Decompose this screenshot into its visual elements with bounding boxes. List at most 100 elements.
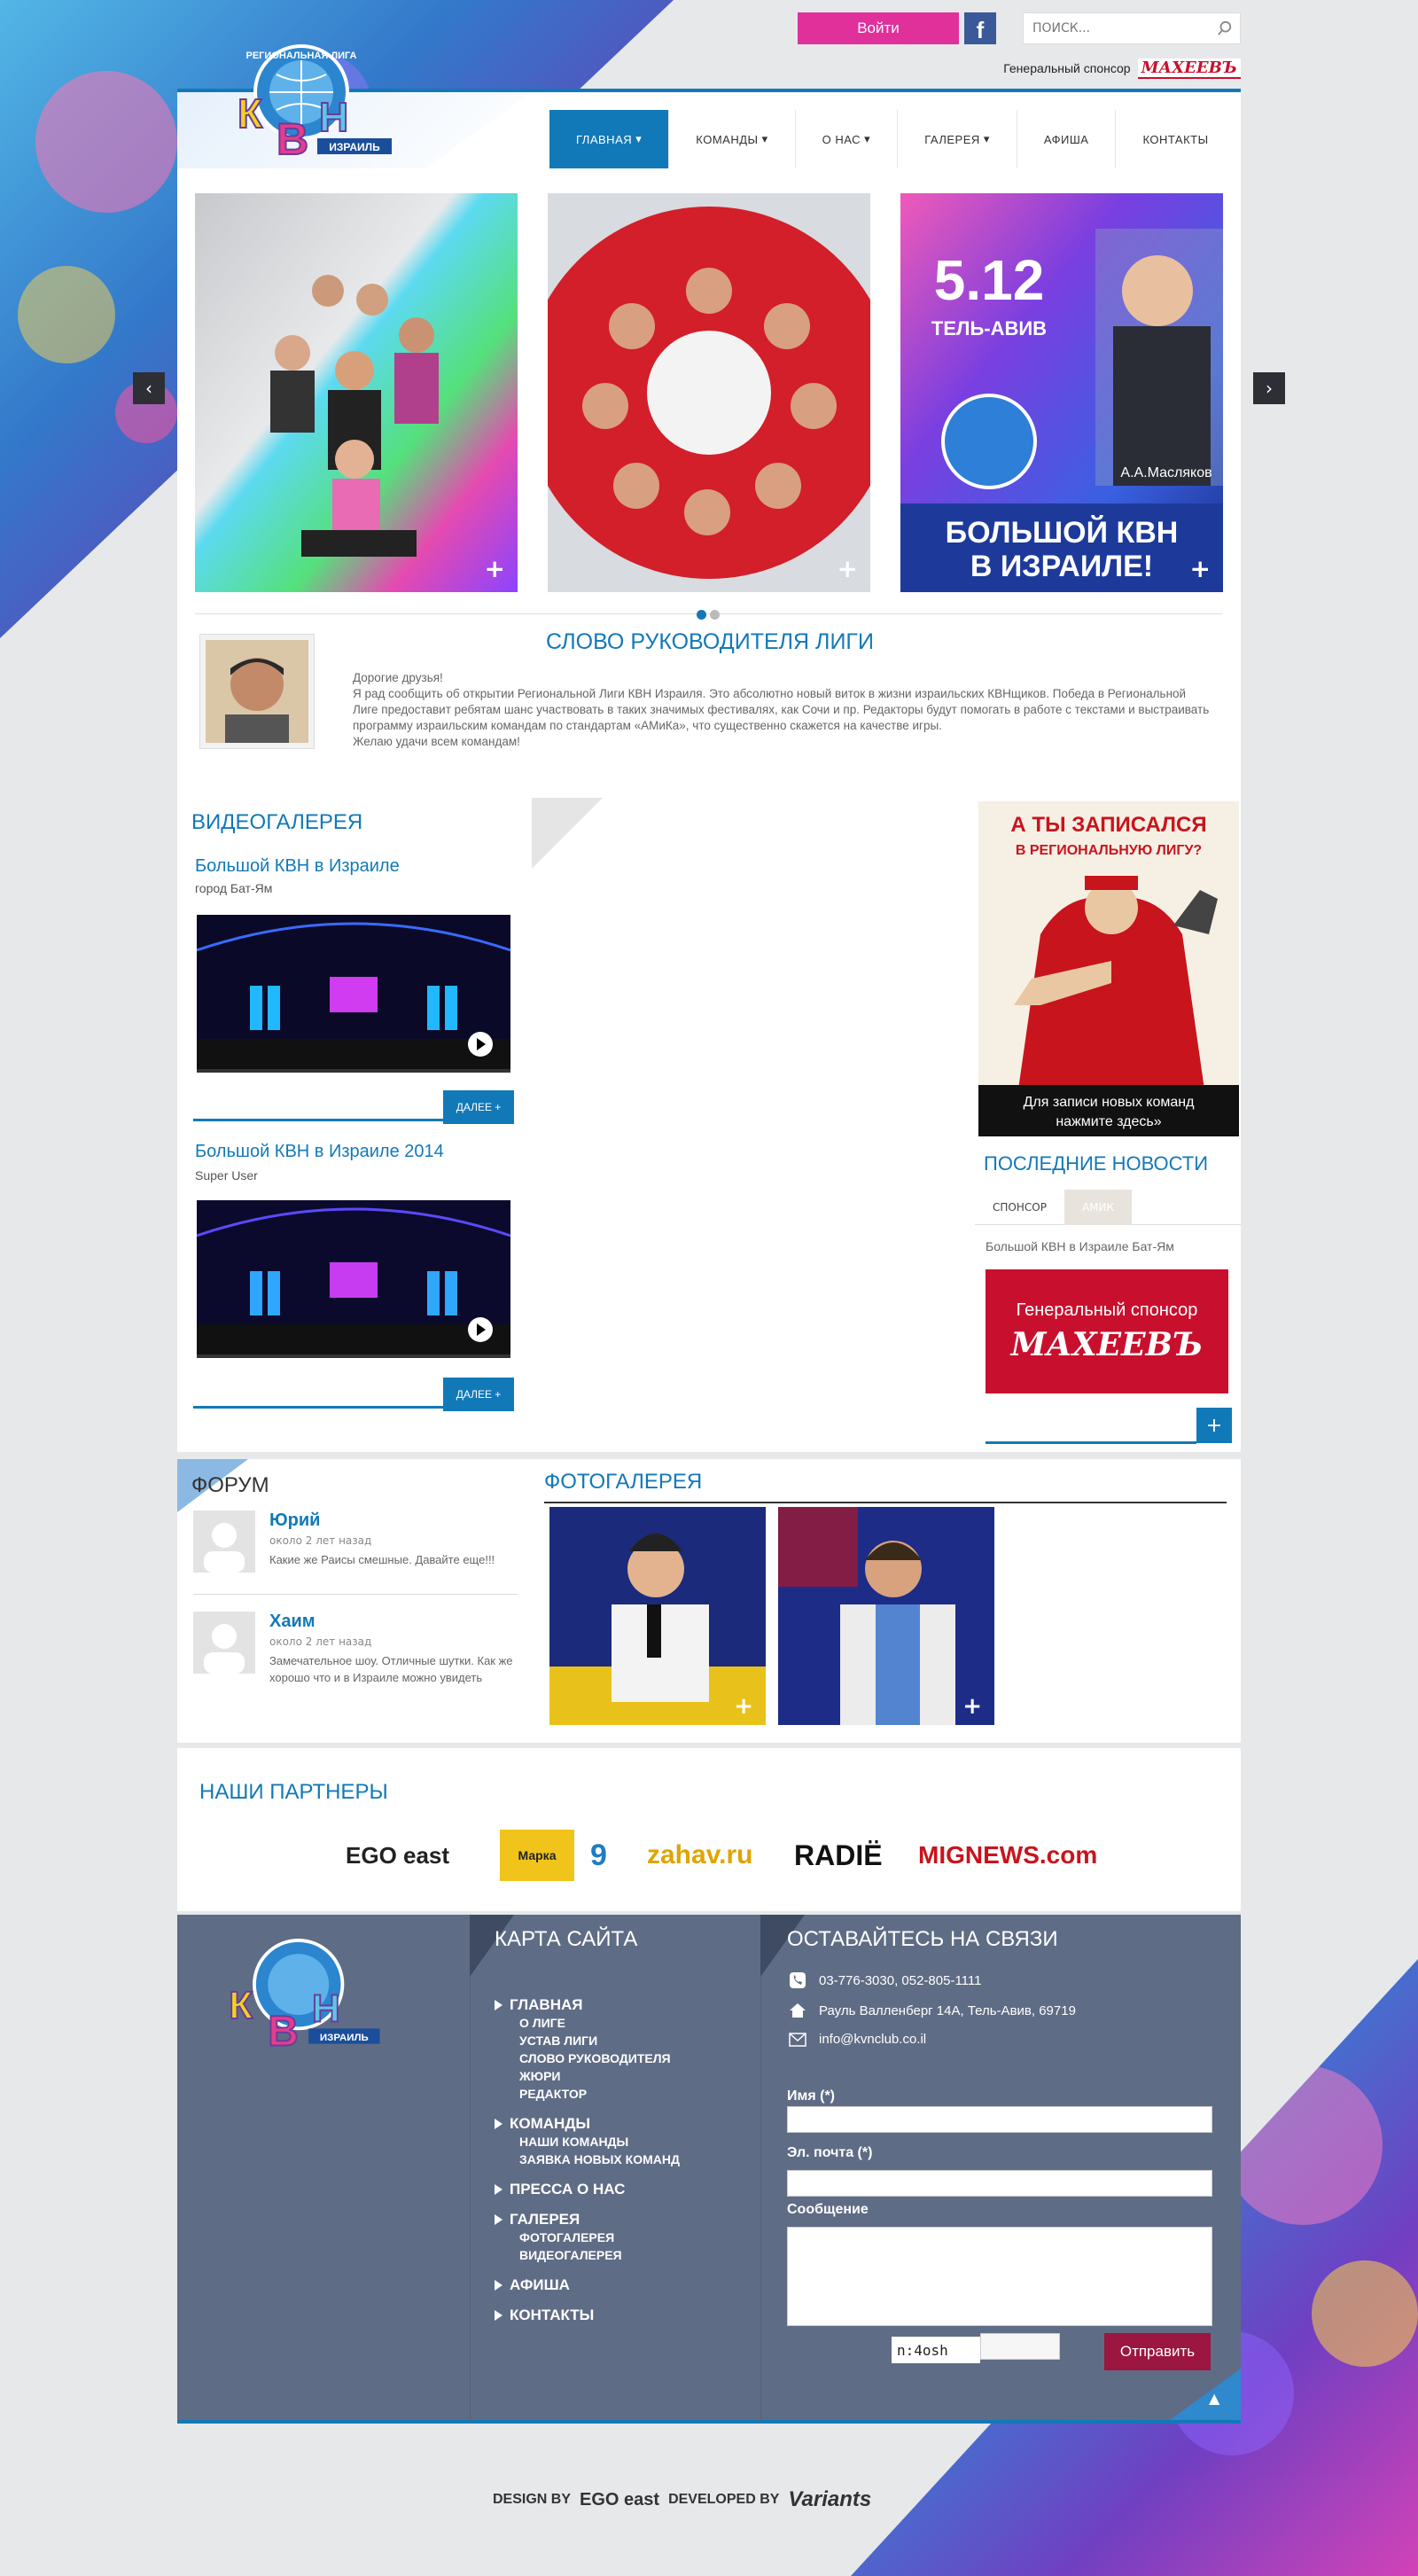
sitemap-item[interactable]: КОМАНДЫ [495, 2115, 680, 2133]
video-gallery: ВИДЕОГАЛЕРЕЯ Большой КВН в Израиле город… [177, 798, 532, 1452]
slider-dot-1[interactable] [697, 610, 706, 620]
slider-prev-button[interactable]: ‹ [133, 372, 165, 404]
sitemap-item[interactable]: КОНТАКТЫ [495, 2307, 680, 2324]
sponsor-logo[interactable]: МАХЕЕВЪ [1137, 58, 1241, 79]
email-field[interactable] [787, 2170, 1212, 2197]
slider-next-button[interactable]: › [1253, 372, 1285, 404]
partner-logo[interactable]: RADIЁ [794, 1830, 883, 1881]
footer-logo[interactable]: К В Н ИЗРАИЛЬ [195, 1931, 390, 2064]
contact-address: Рауль Валленберг 14А, Тель-Авив, 69719 [789, 2002, 1076, 2019]
photo-thumbnail[interactable]: + [549, 1507, 766, 1725]
search-input[interactable]: ПОИСК... [1023, 12, 1241, 44]
avatar [193, 1612, 255, 1674]
partner-logo[interactable]: 9 [590, 1830, 607, 1881]
slide-expand-icon[interactable]: + [1190, 554, 1211, 583]
tab-sponsor[interactable]: СПОНСОР [975, 1190, 1064, 1225]
slide-2[interactable]: + [548, 193, 870, 592]
mail-icon [789, 2032, 806, 2047]
leader-word-title: СЛОВО РУКОВОДИТЕЛЯ ЛИГИ [546, 629, 874, 654]
sitemap-subitem[interactable]: О ЛИГЕ [495, 2014, 680, 2032]
slide-headline-2: В ИЗРАИЛЕ! [970, 550, 1153, 583]
news-more-button[interactable]: + [1196, 1408, 1232, 1443]
nav-item-about[interactable]: О НАС ▾ [794, 110, 898, 168]
slider-dot-2[interactable] [710, 610, 720, 620]
post-author[interactable]: Хаим [269, 1612, 316, 1632]
slide-1-photo [195, 193, 518, 592]
partner-logo[interactable]: Марка [500, 1830, 574, 1881]
nav-item-contacts[interactable]: КОНТАКТЫ [1115, 110, 1235, 168]
search-icon[interactable] [1217, 20, 1233, 36]
kvn-logo[interactable]: РЕГИОНАЛЬНАЯ ЛИГА К В Н ИЗРАИЛЬ [193, 39, 397, 172]
login-button[interactable]: Войти [798, 12, 959, 44]
partner-logo[interactable]: EGO east [346, 1830, 449, 1881]
sitemap-subitem[interactable]: РЕДАКТОР [495, 2085, 680, 2103]
captcha-input[interactable] [980, 2333, 1060, 2360]
partner-logo[interactable]: zahav.ru [647, 1830, 753, 1881]
video-thumbnail[interactable] [197, 1200, 510, 1358]
promo-banner[interactable]: А ТЫ ЗАПИСАЛСЯ В РЕГИОНАЛЬНУЮ ЛИГУ? Для … [978, 801, 1239, 1136]
sitemap-menu: ГЛАВНАЯ О ЛИГЕ УСТАВ ЛИГИ СЛОВО РУКОВОДИ… [495, 1996, 680, 2337]
sitemap-subitem[interactable]: НАШИ КОМАНДЫ [495, 2133, 680, 2151]
arrow-right-icon [495, 2119, 503, 2129]
sitemap-subitem[interactable]: СЛОВО РУКОВОДИТЕЛЯ [495, 2049, 680, 2067]
partner-logo[interactable]: MIGNEWS.com [918, 1830, 1097, 1881]
sitemap-item[interactable]: ГАЛЕРЕЯ [495, 2211, 680, 2229]
video-more-button[interactable]: ДАЛЕЕ + [443, 1090, 514, 1124]
photo-gallery-title: ФОТОГАЛЕРЕЯ [544, 1470, 703, 1494]
name-field[interactable] [787, 2106, 1212, 2133]
promo-cta-1: Для записи новых команд [1024, 1095, 1195, 1110]
sitemap-item[interactable]: ГЛАВНАЯ [495, 1996, 680, 2014]
svg-text:Н: Н [312, 1987, 340, 2031]
developed-by-label: DEVELOPED BY [668, 2492, 780, 2507]
facebook-icon[interactable]: f [964, 12, 996, 44]
slide-city: ТЕЛЬ-АВИВ [931, 317, 1047, 340]
developer-logo[interactable]: Variants [788, 2487, 871, 2512]
slide-expand-icon[interactable]: + [838, 554, 858, 583]
sitemap-subitem[interactable]: ЗАЯВКА НОВЫХ КОМАНД [495, 2151, 680, 2168]
forum-post: Юрий около 2 лет назад Какие же Раисы см… [193, 1510, 521, 1599]
nav-item-afisha[interactable]: АФИША [1016, 110, 1116, 168]
sponsor-banner[interactable]: Генеральный спонсор МАХЕЕВЪ [986, 1269, 1228, 1393]
video-title[interactable]: Большой КВН в Израиле [195, 856, 400, 877]
post-author[interactable]: Юрий [269, 1510, 320, 1531]
message-label: Сообщение [787, 2202, 869, 2217]
video-thumbnail[interactable] [197, 915, 510, 1073]
contact-title: ОСТАВАЙТЕСЬ НА СВЯЗИ [787, 1927, 1058, 1951]
slide-expand-icon[interactable]: + [485, 554, 505, 583]
nav-item-teams[interactable]: КОМАНДЫ ▾ [668, 110, 794, 168]
contact-email[interactable]: info@kvnclub.co.il [789, 2032, 926, 2047]
sitemap-subitem[interactable]: ЖЮРИ [495, 2067, 680, 2085]
post-time: около 2 лет назад [269, 1635, 372, 1648]
video-more-button[interactable]: ДАЛЕЕ + [443, 1378, 514, 1411]
news-title: ПОСЛЕДНИЕ НОВОСТИ [984, 1152, 1209, 1175]
sitemap-subitem[interactable]: ВИДЕОГАЛЕРЕЯ [495, 2246, 680, 2264]
tab-amik[interactable]: АМИК [1064, 1190, 1132, 1225]
photo-expand-icon[interactable]: + [734, 1693, 753, 1720]
credits: DESIGN BY EGO east DEVELOPED BY Variants [493, 2482, 936, 2517]
slide-3[interactable]: 5.12 ТЕЛЬ-АВИВ А.А.Масляков БОЛЬШОЙ КВН … [900, 193, 1223, 592]
sitemap-subitem[interactable]: ФОТОГАЛЕРЕЯ [495, 2229, 680, 2246]
submit-button[interactable]: Отправить [1104, 2333, 1211, 2370]
post-time: около 2 лет назад [269, 1534, 372, 1547]
partners-title: НАШИ ПАРТНЕРЫ [199, 1780, 388, 1804]
sponsor-banner-label: Генеральный спонсор [1016, 1300, 1198, 1320]
photo-expand-icon[interactable]: + [962, 1693, 982, 1720]
promo-line-2: В РЕГИОНАЛЬНУЮ ЛИГУ? [1016, 843, 1202, 858]
video-title[interactable]: Большой КВН в Израиле 2014 [195, 1142, 444, 1162]
sitemap-item[interactable]: ПРЕССА О НАС [495, 2181, 680, 2198]
svg-text:В: В [268, 2009, 299, 2056]
sitemap-item[interactable]: АФИША [495, 2276, 680, 2294]
search-placeholder: ПОИСК... [1032, 21, 1091, 35]
general-sponsor: Генеральный спонсор МАХЕЕВЪ [833, 55, 1241, 82]
slide-1[interactable]: + [195, 193, 518, 592]
partners: НАШИ ПАРТНЕРЫ EGO east Марка 9 zahav.ru … [177, 1748, 1241, 1911]
promo-cta-2: нажмите здесь» [1056, 1114, 1161, 1129]
design-logo[interactable]: EGO east [580, 2490, 659, 2510]
phone-icon [790, 1972, 806, 1988]
nav-item-home[interactable]: ГЛАВНАЯ ▾ [549, 110, 669, 168]
news-item[interactable]: Большой КВН в Израиле Бат-Ям [986, 1239, 1174, 1253]
message-field[interactable] [787, 2227, 1212, 2326]
sitemap-subitem[interactable]: УСТАВ ЛИГИ [495, 2032, 680, 2049]
photo-thumbnail[interactable]: + [778, 1507, 994, 1725]
nav-item-gallery[interactable]: ГАЛЕРЕЯ ▾ [897, 110, 1017, 168]
